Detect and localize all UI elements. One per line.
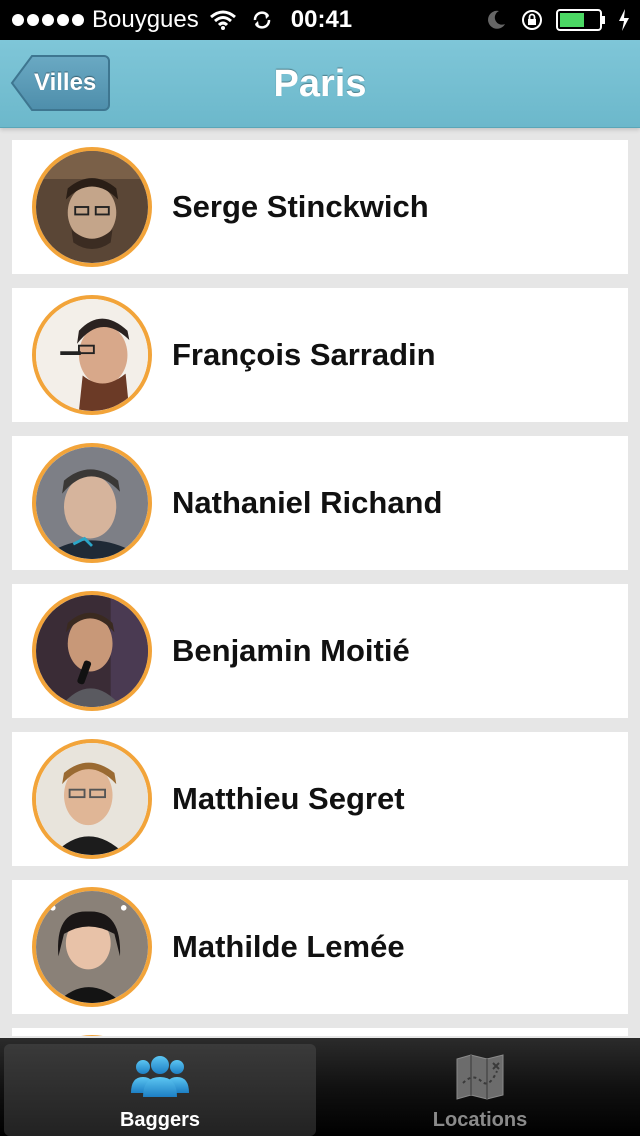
tab-label: Baggers (119, 1109, 201, 1131)
back-button-label: Villes (34, 69, 97, 96)
tab-label: Locations (432, 1109, 528, 1131)
charging-bolt-icon (619, 9, 629, 31)
bagger-name: François Sarradin (172, 337, 436, 372)
people-icon (131, 1056, 189, 1097)
status-bar: Bouygues 00:41 (0, 0, 640, 40)
bagger-name: Mathilde Lemée (172, 929, 405, 964)
avatar (32, 591, 152, 711)
avatar-photo (36, 595, 148, 707)
avatar (32, 887, 152, 1007)
avatar-photo (36, 743, 148, 855)
bagger-list[interactable]: Serge Stinckwich François Sarradin Natha… (12, 140, 628, 1036)
list-item[interactable]: François Sarradin (12, 288, 628, 422)
carrier-name: Bouygues (92, 6, 199, 33)
map-icon (456, 1054, 504, 1100)
signal-strength-icon (12, 14, 84, 26)
sync-icon (253, 11, 270, 29)
avatar (32, 147, 152, 267)
list-item[interactable]: Benjamin Moitié (12, 584, 628, 718)
avatar-photo (36, 299, 148, 411)
avatar (32, 739, 152, 859)
bagger-name: Matthieu Segret (172, 781, 405, 816)
avatar-photo (36, 151, 148, 263)
tab-bar: Baggers Locations (0, 1038, 640, 1136)
bagger-name: Benjamin Moitié (172, 633, 410, 668)
tab-baggers[interactable]: Baggers (4, 1044, 316, 1136)
list-item[interactable]: Nathaniel Richand (12, 436, 628, 570)
rotation-lock-icon (522, 10, 542, 30)
avatar (32, 295, 152, 415)
navigation-bar: Villes Paris (0, 40, 640, 128)
avatar-photo (36, 891, 148, 1003)
tab-locations[interactable]: Locations (320, 1038, 640, 1136)
list-item[interactable]: Matthieu Segret (12, 732, 628, 866)
bagger-name: Nathaniel Richand (172, 485, 443, 520)
avatar (32, 1035, 152, 1036)
clock: 00:41 (290, 6, 353, 33)
list-item[interactable] (12, 1028, 628, 1036)
avatar-photo (36, 447, 148, 559)
list-item[interactable]: Mathilde Lemée (12, 880, 628, 1014)
battery-icon (556, 9, 605, 31)
wifi-icon (209, 10, 236, 30)
moon-icon (488, 10, 505, 29)
back-button[interactable]: Villes (10, 54, 112, 112)
avatar (32, 443, 152, 563)
bagger-name: Serge Stinckwich (172, 189, 429, 224)
list-item[interactable]: Serge Stinckwich (12, 140, 628, 274)
